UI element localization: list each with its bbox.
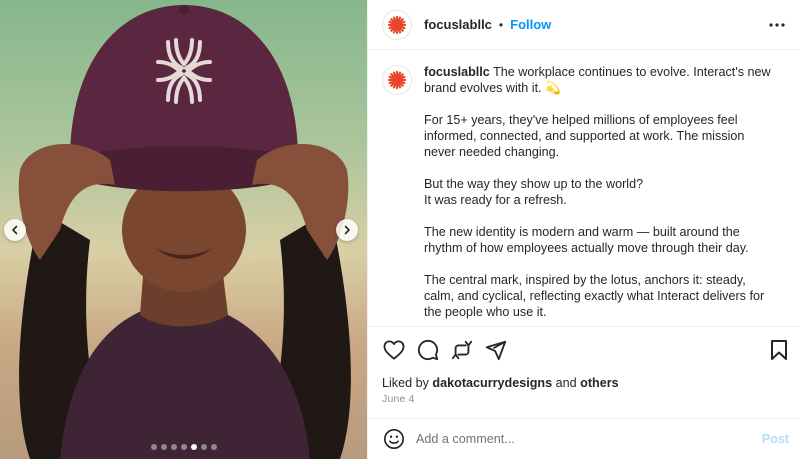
- more-options-button[interactable]: [767, 17, 787, 33]
- bookmark-icon: [771, 340, 787, 360]
- carousel-dot: [150, 444, 157, 450]
- post-media-carousel[interactable]: [0, 0, 367, 459]
- header-separator: •: [498, 17, 504, 32]
- instagram-post: focuslabllc • Follow focuslabllc The wor…: [0, 0, 800, 459]
- repost-icon: [451, 340, 473, 360]
- chevron-right-icon: [344, 225, 350, 235]
- carousel-next-button[interactable]: [336, 219, 358, 241]
- caption-paragraph: The new identity is modern and warm — bu…: [424, 225, 749, 255]
- send-paper-plane-icon: [485, 340, 507, 361]
- carousel-dot: [170, 444, 177, 450]
- carousel-dot: [190, 444, 197, 450]
- repost-button[interactable]: [450, 338, 474, 362]
- carousel-dot: [200, 444, 207, 450]
- heart-icon: [383, 340, 405, 360]
- carousel-prev-button[interactable]: [4, 219, 26, 241]
- comment-input[interactable]: [416, 432, 746, 446]
- carousel-dot: [180, 444, 187, 450]
- action-bar: [368, 328, 800, 372]
- follow-button[interactable]: Follow: [510, 17, 551, 32]
- carousel-dot: [210, 444, 217, 450]
- caption-paragraph: For 15+ years, they've helped millions o…: [424, 113, 745, 159]
- post-side-panel: focuslabllc • Follow focuslabllc The wor…: [367, 0, 800, 459]
- caption-text: focuslabllc The workplace continues to e…: [424, 64, 779, 326]
- smiley-icon: [384, 429, 404, 449]
- liked-by-user-link[interactable]: dakotacurrydesigns: [432, 376, 552, 390]
- comment-bubble-icon: [417, 339, 439, 361]
- caption-paragraph: The central mark, inspired by the lotus,…: [424, 273, 765, 319]
- liked-by-line: Liked by dakotacurrydesigns and others: [382, 376, 619, 390]
- caption-avatar[interactable]: [382, 65, 412, 95]
- carousel-dot: [160, 444, 167, 450]
- caption-section: focuslabllc The workplace continues to e…: [368, 50, 800, 327]
- emoji-picker-button[interactable]: [382, 427, 406, 451]
- avatar[interactable]: [382, 9, 412, 40]
- post-comment-button[interactable]: Post: [762, 432, 789, 446]
- caption-username[interactable]: focuslabllc: [424, 65, 490, 79]
- liked-by-and: and: [555, 376, 577, 390]
- send-button[interactable]: [484, 338, 508, 362]
- sunburst-logo-icon: [387, 70, 407, 90]
- like-button[interactable]: [382, 338, 406, 362]
- post-header: focuslabllc • Follow: [368, 0, 800, 50]
- comment-button[interactable]: [416, 338, 440, 362]
- post-date[interactable]: June 4: [382, 393, 415, 405]
- chevron-left-icon: [12, 225, 18, 235]
- header-username[interactable]: focuslabllc: [424, 17, 492, 32]
- caption-paragraph: But the way they show up to the world? I…: [424, 177, 644, 207]
- caption-paragraph: focuslabllc The workplace continues to e…: [424, 64, 779, 96]
- carousel-dots: [0, 444, 367, 450]
- liked-by-others-link[interactable]: others: [580, 376, 619, 390]
- more-horizontal-icon: [769, 23, 785, 27]
- post-photo: [18, 5, 351, 459]
- liked-by-prefix: Liked by: [382, 376, 429, 390]
- sunburst-logo-icon: [387, 15, 407, 34]
- comment-bar: Post: [368, 418, 800, 459]
- save-button[interactable]: [767, 338, 791, 362]
